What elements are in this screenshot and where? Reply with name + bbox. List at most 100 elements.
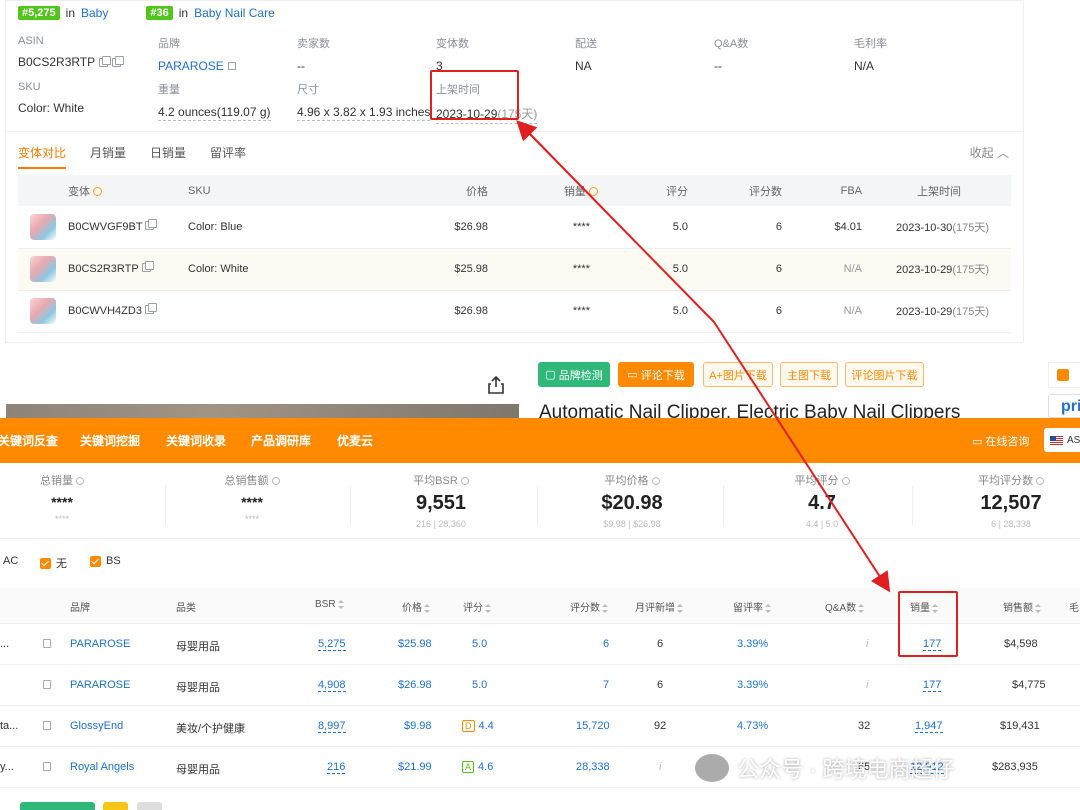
sort-icon[interactable] xyxy=(858,603,865,613)
document-icon[interactable] xyxy=(43,680,51,689)
external-link-icon[interactable] xyxy=(227,62,236,70)
nav-keyword-index[interactable]: 关键词收录 xyxy=(166,432,226,449)
rank-category-link[interactable]: Baby xyxy=(81,6,108,20)
asin-value: B0CS2R3RTP xyxy=(18,55,158,69)
variant-row[interactable]: B0CWVGF9BT Color: Blue $26.98 **** 5.0 6… xyxy=(18,206,1011,249)
checkbox-checked[interactable] xyxy=(40,557,51,569)
document-icon[interactable] xyxy=(43,762,51,771)
brand-link[interactable]: PARAROSE xyxy=(158,59,224,73)
copy-icon[interactable] xyxy=(145,303,158,314)
table-row[interactable]: ta... GlossyEnd 美妆/个护健康 8,997 $9.98 D 4.4… xyxy=(0,706,1080,747)
copy-icon[interactable] xyxy=(99,55,112,67)
product-thumbnail[interactable] xyxy=(30,256,56,282)
nav-keyword-mining[interactable]: 关键词挖掘 xyxy=(80,432,140,449)
cell-revenue: $4,598 xyxy=(1004,638,1038,650)
extension-icon[interactable] xyxy=(1048,362,1080,388)
main-image-download-button[interactable]: 主图下载 xyxy=(780,362,838,387)
col-review-count[interactable]: 评分数 xyxy=(570,599,608,614)
col-monthly-new-reviews[interactable]: 月评新增 xyxy=(635,599,683,614)
copy-icon[interactable] xyxy=(145,218,158,230)
share-icon[interactable] xyxy=(488,376,504,394)
copy-icon[interactable] xyxy=(141,261,154,272)
variant-row[interactable]: B0CWVH4ZD3 $26.98 **** 5.0 6 N/A 2023-10… xyxy=(18,290,1011,333)
cell-brand[interactable]: GlossyEnd xyxy=(70,720,123,732)
product-thumbnail[interactable] xyxy=(30,213,56,240)
cell-revenue: $4,775 xyxy=(1012,679,1046,691)
nav-product-research[interactable]: 产品调研库 xyxy=(251,432,311,449)
stat-label: 平均评分 xyxy=(794,475,839,487)
cell-brand[interactable]: PARAROSE xyxy=(70,638,130,650)
col-review-rate[interactable]: 留评率 xyxy=(733,599,771,614)
help-icon[interactable] xyxy=(460,477,469,486)
checkbox-checked[interactable] xyxy=(90,555,101,567)
col-qa-count[interactable]: Q&A数 xyxy=(825,599,865,614)
nav-keyword-reverse[interactable]: 关键词反查 xyxy=(0,432,58,449)
cell-title[interactable]: ta... xyxy=(0,720,18,732)
variant-row[interactable]: B0CS2R3RTP Color: White $25.98 **** 5.0 … xyxy=(18,248,1011,291)
cell-rating: 4.4 xyxy=(478,720,494,732)
document-icon[interactable] xyxy=(43,721,51,730)
help-icon[interactable] xyxy=(589,187,598,197)
help-icon[interactable] xyxy=(841,477,850,486)
tab-monthly-sales[interactable]: 月销量 xyxy=(90,144,126,169)
bottom-button[interactable] xyxy=(137,802,162,810)
cell-brand[interactable]: Royal Angels xyxy=(70,761,134,773)
tab-variant-compare[interactable]: 变体对比 xyxy=(18,144,67,169)
col-rating: 评分 xyxy=(598,175,688,206)
cell-bsr[interactable]: 8,997 xyxy=(318,720,346,733)
aplus-image-download-button[interactable]: A+图片下载 xyxy=(703,362,773,387)
sort-icon[interactable] xyxy=(485,603,491,613)
variant-price: $26.98 xyxy=(418,206,488,249)
help-icon[interactable] xyxy=(651,477,660,486)
table-row[interactable]: PARAROSE 母婴用品 4,908 $26.98 5.0 7 6 3.39%… xyxy=(0,665,1080,706)
brand-check-button[interactable]: ▢ 品牌检测 xyxy=(538,362,610,387)
sort-icon[interactable] xyxy=(602,603,608,613)
product-image[interactable] xyxy=(6,404,519,418)
cell-sales[interactable]: 177 xyxy=(923,679,942,692)
variant-date: 2023-10-29 xyxy=(896,306,953,318)
filter-none[interactable]: 无 xyxy=(40,555,67,571)
cell-bsr[interactable]: 5,275 xyxy=(318,638,346,651)
document-icon[interactable] xyxy=(43,639,51,648)
col-price[interactable]: 价格 xyxy=(402,599,430,614)
tab-daily-sales[interactable]: 日销量 xyxy=(150,144,186,169)
cell-sales[interactable]: 1,947 xyxy=(915,720,943,733)
sort-icon[interactable] xyxy=(424,603,430,613)
cell-brand[interactable]: PARAROSE xyxy=(70,679,130,691)
col-revenue[interactable]: 销售额 xyxy=(1003,599,1041,614)
online-consult-button[interactable]: ▭ 在线咨询 xyxy=(972,433,1029,449)
cell-bsr[interactable]: 216 xyxy=(327,761,346,774)
bottom-button[interactable] xyxy=(103,802,128,810)
tab-review-rate[interactable]: 留评率 xyxy=(210,144,246,169)
sort-icon[interactable] xyxy=(337,599,344,609)
review-download-button[interactable]: ▭ 评论下载 xyxy=(618,362,694,387)
product-thumbnail[interactable] xyxy=(30,298,56,324)
help-icon[interactable] xyxy=(271,477,280,486)
country-select[interactable]: AS xyxy=(1044,428,1080,452)
review-image-download-button[interactable]: 评论图片下载 xyxy=(845,362,924,387)
highlight-box-listing-date xyxy=(430,70,519,120)
bottom-button[interactable] xyxy=(20,802,95,810)
nav-youmaiyun[interactable]: 优麦云 xyxy=(337,432,373,449)
sort-icon[interactable] xyxy=(1035,603,1041,613)
rank-category-link[interactable]: Baby Nail Care xyxy=(194,6,275,20)
col-bsr[interactable]: BSR xyxy=(315,599,344,610)
help-icon[interactable] xyxy=(76,477,85,486)
help-icon[interactable] xyxy=(1036,477,1045,486)
collapse-button[interactable]: 收起 ︿ xyxy=(970,144,1009,161)
brand-value[interactable]: PARAROSE xyxy=(158,59,298,73)
col-margin: 毛 xyxy=(1069,603,1079,614)
copy-icon[interactable] xyxy=(112,55,125,67)
sort-icon[interactable] xyxy=(765,603,771,613)
filter-ac[interactable]: AC xyxy=(3,555,18,567)
product-title[interactable]: Automatic Nail Clipper, Electric Baby Na… xyxy=(539,400,1009,418)
highlight-box-sales xyxy=(898,591,958,657)
sort-icon[interactable] xyxy=(677,603,683,613)
cell-title[interactable]: ... xyxy=(0,638,9,650)
help-icon[interactable] xyxy=(93,187,103,197)
filter-bs[interactable]: BS xyxy=(90,555,121,567)
cell-qa: i xyxy=(866,679,869,691)
cell-title[interactable]: y... xyxy=(0,761,14,773)
col-rating[interactable]: 评分 xyxy=(463,599,491,614)
cell-bsr[interactable]: 4,908 xyxy=(318,679,346,692)
